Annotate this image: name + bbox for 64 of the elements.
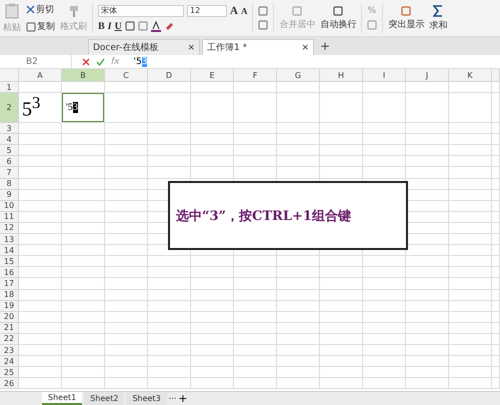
column-header[interactable]: H xyxy=(320,69,363,82)
new-tab-button[interactable]: + xyxy=(316,39,334,53)
more-sheets-button[interactable]: ··· xyxy=(168,394,176,403)
sum-button[interactable]: 求和 xyxy=(429,18,448,32)
row-header[interactable]: 17 xyxy=(0,278,19,290)
row-header[interactable]: 5 xyxy=(0,145,19,156)
column-header[interactable]: F xyxy=(234,69,277,82)
row-header[interactable]: 3 xyxy=(0,123,19,134)
row-header[interactable]: 10 xyxy=(0,200,19,212)
grow-font-button[interactable]: A xyxy=(230,4,238,16)
document-tab[interactable]: Docer-在线模板 × xyxy=(88,39,200,55)
row-header[interactable]: 9 xyxy=(0,190,19,201)
row-header[interactable]: 23 xyxy=(0,344,19,356)
row-header[interactable]: 16 xyxy=(0,267,19,278)
row-header[interactable]: 15 xyxy=(0,256,19,268)
wrap-text-button[interactable]: 自动换行 xyxy=(320,18,356,30)
active-cell: '53 xyxy=(62,93,104,122)
copy-button[interactable]: 复制 xyxy=(26,20,55,33)
callout-text: 选中“3”，按CTRL+1组合键 xyxy=(176,208,351,224)
document-tab[interactable]: 工作簿1 * × xyxy=(202,39,314,55)
column-header[interactable]: G xyxy=(277,69,320,82)
column-header[interactable]: I xyxy=(363,69,406,82)
close-icon[interactable]: × xyxy=(187,42,195,52)
sheet-tab[interactable]: Sheet3 xyxy=(126,392,167,405)
row-header[interactable]: 8 xyxy=(0,178,19,190)
row-header[interactable]: 1 xyxy=(0,82,19,94)
size-select[interactable]: 12 xyxy=(187,4,227,16)
row-header[interactable]: 7 xyxy=(0,167,19,179)
close-icon[interactable]: × xyxy=(301,42,309,52)
column-header[interactable]: E xyxy=(191,69,234,82)
cell-text: 5$^{3}$ xyxy=(21,93,42,122)
row-header[interactable]: 21 xyxy=(0,322,19,334)
bold-button[interactable]: B xyxy=(98,20,105,32)
column-header[interactable]: C xyxy=(105,69,148,82)
formula-input[interactable]: '53 xyxy=(134,56,148,66)
row-header[interactable]: 25 xyxy=(0,367,19,378)
italic-button[interactable]: I xyxy=(108,20,112,32)
row-header[interactable]: 4 xyxy=(0,134,19,146)
row-header[interactable]: 12 xyxy=(0,222,19,234)
row-header[interactable]: 22 xyxy=(0,334,19,345)
row-header[interactable]: 13 xyxy=(0,234,19,246)
shrink-font-button[interactable]: A xyxy=(240,6,248,16)
column-header[interactable]: J xyxy=(406,69,449,82)
add-sheet-button[interactable]: + xyxy=(178,392,188,405)
column-header[interactable]: A xyxy=(19,69,62,82)
name-box[interactable]: B2 xyxy=(0,55,72,68)
row-header[interactable]: 26 xyxy=(0,378,19,390)
row-header[interactable]: 18 xyxy=(0,290,19,301)
row-header[interactable]: 20 xyxy=(0,312,19,323)
cut-button[interactable]: 剪切 xyxy=(26,3,55,16)
row-header[interactable]: 2 xyxy=(0,93,19,124)
column-header[interactable]: D xyxy=(148,69,191,82)
row-header[interactable]: 19 xyxy=(0,300,19,312)
underline-button[interactable]: U xyxy=(114,20,122,32)
column-header[interactable]: B xyxy=(62,69,105,82)
sheet-tab[interactable]: Sheet2 xyxy=(84,392,124,405)
row-header[interactable]: 24 xyxy=(0,356,19,368)
highlight-button[interactable]: 突出显示 xyxy=(388,18,424,30)
row-header[interactable]: 11 xyxy=(0,212,19,223)
sheet-tab[interactable]: Sheet1 xyxy=(42,392,82,405)
row-header[interactable]: 14 xyxy=(0,245,19,256)
row-header[interactable]: 6 xyxy=(0,156,19,168)
column-header[interactable]: K xyxy=(449,69,492,82)
font-select[interactable]: 宋体 xyxy=(98,4,184,16)
